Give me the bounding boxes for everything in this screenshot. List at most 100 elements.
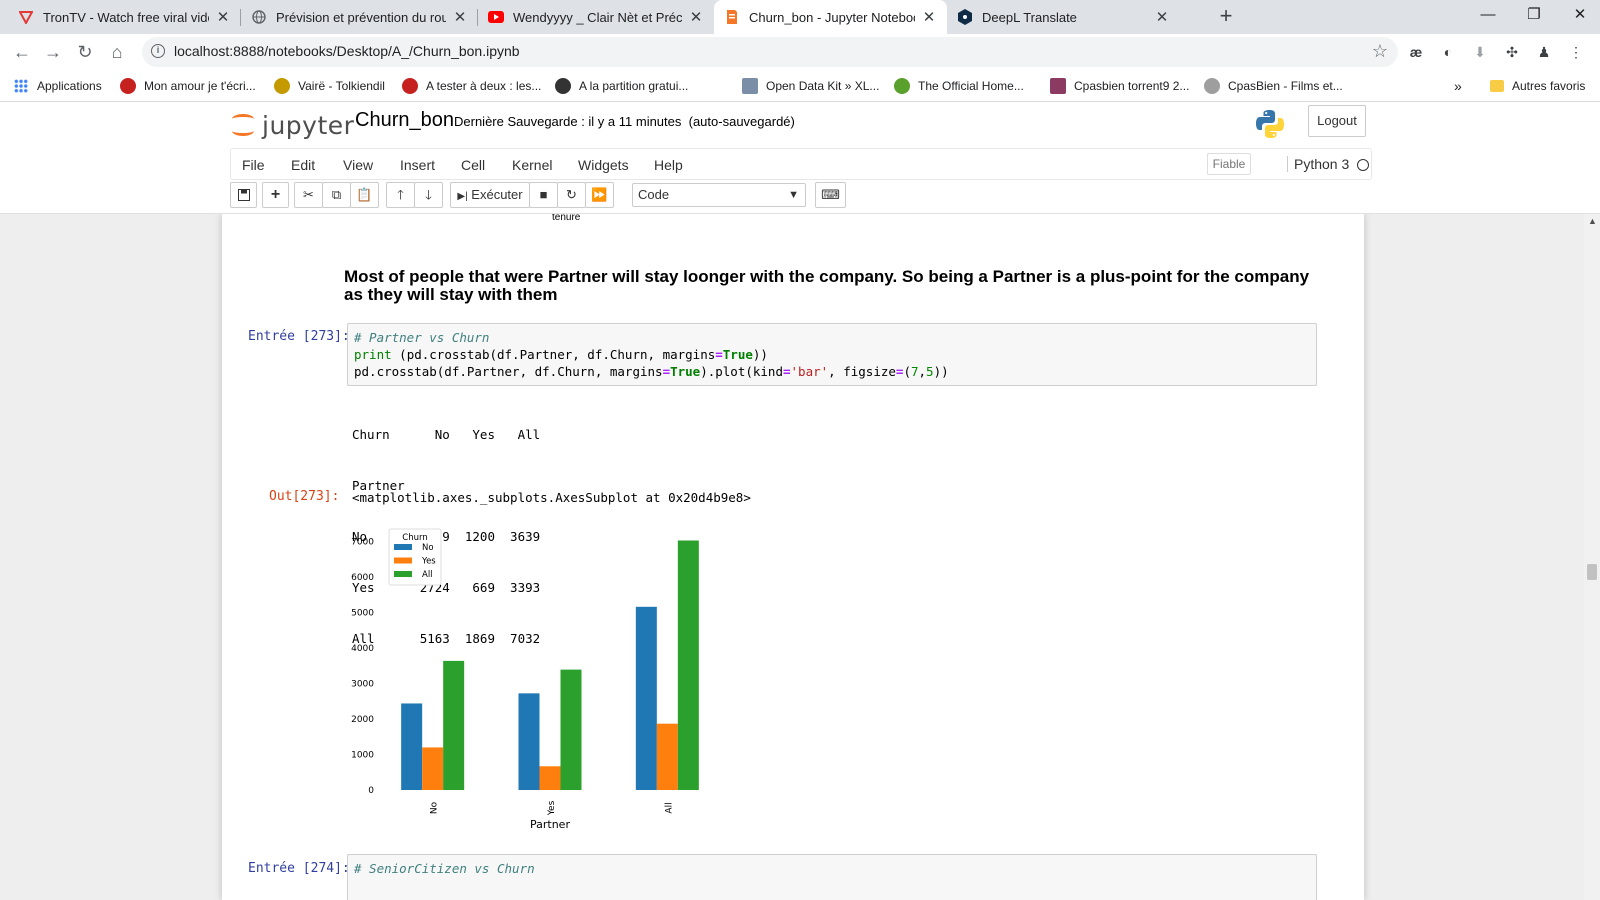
reload-icon[interactable]: ↻: [71, 38, 99, 66]
save-icon[interactable]: [230, 182, 257, 208]
url-text[interactable]: localhost:8888/notebooks/Desktop/A_/Chur…: [174, 43, 520, 59]
bookmark-cpasbien-torrent[interactable]: Cpasbien torrent9 2...: [1050, 77, 1189, 95]
youtube-icon: [488, 9, 504, 25]
y-tick-label: 6000: [351, 573, 374, 583]
x-tick-label: Yes: [547, 800, 557, 816]
close-tab-icon[interactable]: ✕: [215, 8, 231, 26]
jupyter-logo[interactable]: jupyter: [232, 108, 354, 142]
profile-avatar-icon[interactable]: ♟: [1534, 42, 1554, 62]
tab-deepl[interactable]: DeepL Translate ✕: [947, 0, 1180, 34]
more-menu-icon[interactable]: ⋮: [1566, 42, 1586, 62]
restart-run-all-icon[interactable]: ⏩: [585, 182, 614, 208]
home-icon[interactable]: ⌂: [103, 38, 131, 66]
menu-edit[interactable]: Edit: [291, 157, 315, 173]
menu-file[interactable]: File: [242, 157, 265, 173]
partner-churn-bar-chart: 0 1000 2000 3000 4000 5000 6000 7000 No Yes All Par…: [351, 528, 699, 831]
notebook-name[interactable]: Churn_bon: [355, 109, 454, 132]
puzzle-extensions-icon[interactable]: ✣: [1502, 42, 1522, 62]
menu-help[interactable]: Help: [654, 157, 683, 173]
bookmark-mon-amour[interactable]: Mon amour je t'écri...: [120, 77, 256, 95]
code-cell-input[interactable]: # Partner vs Churn print (pd.crosstab(df…: [347, 323, 1317, 386]
bookmark-official-home[interactable]: The Official Home...: [894, 77, 1024, 95]
bookmarks-bar: Applications Mon amour je t'écri... Vair…: [0, 70, 1600, 102]
chevron-down-icon: ▼: [788, 189, 799, 201]
cut-icon[interactable]: ✂: [294, 182, 323, 208]
jupyter-header: jupyter Churn_bon Dernière Sauvegarde : …: [0, 102, 1600, 148]
legend-title: Churn: [402, 533, 427, 543]
logout-button[interactable]: Logout: [1308, 105, 1366, 137]
command-palette-keyboard-icon[interactable]: ⌨: [815, 182, 846, 208]
browser-tab-strip: TronTV - Watch free viral videos ✕ Prévi…: [0, 0, 1600, 34]
address-bar[interactable]: i localhost:8888/notebooks/Desktop/A_/Ch…: [142, 37, 1398, 67]
close-tab-icon[interactable]: ✕: [921, 8, 937, 26]
input-prompt: Entrée [273]:: [248, 329, 350, 344]
output-prompt: Out[273]:: [269, 489, 340, 504]
menu-kernel[interactable]: Kernel: [512, 157, 552, 173]
x-axis-label: Partner: [530, 818, 570, 831]
folder-icon: [1490, 80, 1504, 92]
run-button[interactable]: ▶| Exécuter: [450, 182, 530, 208]
markdown-cell[interactable]: Most of people that were Partner will st…: [344, 268, 1324, 304]
previous-plot-xlabel: tenure: [552, 214, 581, 223]
interrupt-icon[interactable]: ■: [529, 182, 558, 208]
new-tab-button[interactable]: +: [1212, 3, 1240, 31]
bookmark-other-favorites[interactable]: Autres favoris: [1490, 77, 1585, 95]
bookmark-favicon-icon: [120, 78, 136, 94]
cell-type-select[interactable]: Code ▼: [632, 183, 806, 207]
restart-icon[interactable]: ↻: [557, 182, 586, 208]
copy-icon[interactable]: ⧉: [322, 182, 351, 208]
y-tick-label: 7000: [351, 538, 374, 548]
y-tick-label: 2000: [351, 715, 374, 725]
legend-label: Yes: [421, 557, 436, 567]
bookmark-a-tester[interactable]: A tester à deux : les...: [402, 77, 541, 95]
bookmark-favicon-icon: [894, 78, 910, 94]
trusted-indicator[interactable]: Fiable: [1207, 153, 1251, 175]
scroll-up-arrow-icon[interactable]: ▲: [1588, 216, 1597, 226]
bar-no-no: [401, 703, 423, 790]
minimize-button[interactable]: —: [1465, 0, 1511, 34]
bookmark-partition[interactable]: A la partition gratui...: [555, 77, 688, 95]
download-extension-icon[interactable]: ⬇: [1470, 42, 1490, 62]
x-tick-label: No: [430, 801, 440, 814]
site-info-icon[interactable]: i: [151, 44, 165, 58]
input-prompt: Entrée [274]:: [248, 861, 350, 876]
code-cell-input[interactable]: # SeniorCitizen vs Churn: [347, 854, 1317, 900]
circle-extension-icon[interactable]: ◐: [1438, 42, 1458, 62]
bookmark-favicon-icon: [1050, 78, 1066, 94]
close-tab-icon[interactable]: ✕: [1154, 8, 1170, 26]
bookmark-vaire[interactable]: Vairë - Tolkiendil: [274, 77, 385, 95]
bookmark-favicon-icon: [1204, 78, 1220, 94]
move-down-icon[interactable]: 🡓: [414, 182, 443, 208]
move-up-icon[interactable]: 🡑: [386, 182, 415, 208]
forward-arrow-icon[interactable]: →: [39, 38, 67, 66]
y-tick-label: 3000: [351, 680, 374, 690]
menu-widgets[interactable]: Widgets: [578, 157, 629, 173]
more-bookmarks-chevron-icon[interactable]: »: [1454, 77, 1462, 95]
menu-cell[interactable]: Cell: [461, 157, 485, 173]
kernel-name: Python 3: [1287, 156, 1349, 172]
bar-no-all: [443, 660, 465, 790]
bookmark-star-icon[interactable]: ☆: [1372, 41, 1388, 62]
restore-button[interactable]: ❐: [1511, 0, 1557, 34]
menu-insert[interactable]: Insert: [400, 157, 435, 173]
page-scrollbar[interactable]: ▲: [1584, 214, 1600, 900]
insert-cell-below-icon[interactable]: +: [262, 182, 289, 208]
paste-icon[interactable]: 📋: [350, 182, 379, 208]
bar-all-all: [677, 540, 699, 790]
back-arrow-icon[interactable]: ←: [8, 38, 36, 66]
bookmark-cpasbien-films[interactable]: CpasBien - Films et...: [1204, 77, 1343, 95]
tab-trontv[interactable]: TronTV - Watch free viral videos ✕: [8, 0, 241, 34]
menu-view[interactable]: View: [343, 157, 373, 173]
close-tab-icon[interactable]: ✕: [452, 8, 468, 26]
bookmark-odk[interactable]: Open Data Kit » XL...: [742, 77, 879, 95]
close-window-button[interactable]: ✕: [1557, 0, 1600, 34]
close-tab-icon[interactable]: ✕: [688, 8, 704, 26]
tab-prevision[interactable]: Prévision et prévention du roulem ✕: [241, 0, 478, 34]
scrollbar-thumb[interactable]: [1587, 564, 1597, 580]
y-tick-label: 5000: [351, 609, 374, 619]
bookmark-applications[interactable]: Applications: [14, 77, 102, 95]
ae-extension-icon[interactable]: æ: [1406, 42, 1426, 62]
bar-yes-no: [518, 693, 540, 790]
tab-jupyter[interactable]: Churn_bon - Jupyter Notebook ✕: [714, 0, 947, 34]
tab-wendyyyy[interactable]: Wendyyyy _ Clair Nèt et Précis ( c ✕: [478, 0, 714, 34]
